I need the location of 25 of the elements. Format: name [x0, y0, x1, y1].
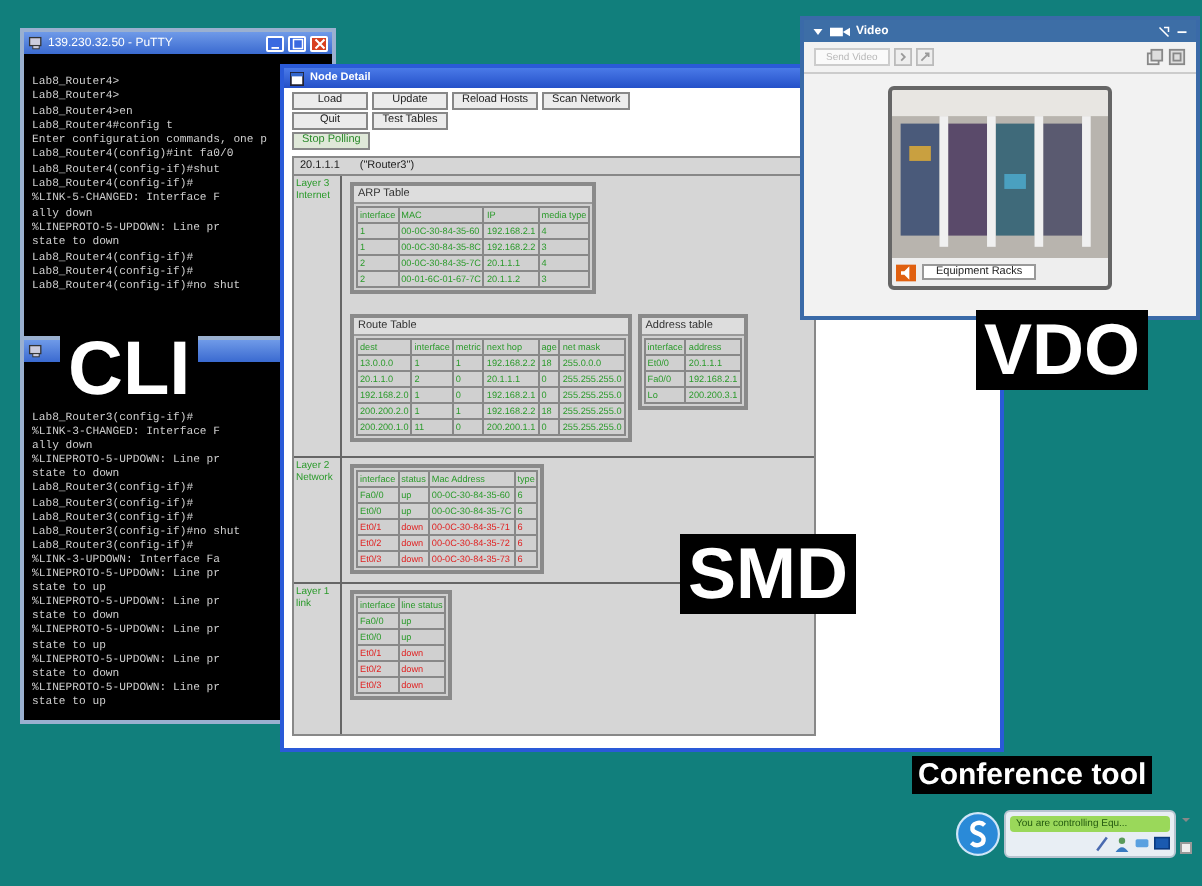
pen-icon[interactable]	[1094, 836, 1110, 852]
close-icon	[313, 37, 325, 49]
close-button[interactable]	[310, 35, 328, 51]
window-icon[interactable]	[1168, 48, 1186, 66]
speaker-icon[interactable]	[896, 263, 916, 281]
minimize-button[interactable]	[266, 35, 284, 51]
screen-icon[interactable]	[1154, 836, 1170, 852]
person-icon[interactable]	[1114, 836, 1130, 852]
callout-label: Conference tool	[912, 756, 1153, 794]
expand-icon[interactable]	[915, 48, 934, 66]
computer-icon	[28, 35, 44, 51]
window-icon	[290, 71, 304, 85]
maximize-icon	[291, 37, 303, 49]
camera-icon	[830, 25, 850, 37]
popout-icon[interactable]	[1146, 48, 1164, 66]
dropdown-icon[interactable]	[812, 25, 824, 37]
maximize-button[interactable]	[288, 35, 306, 51]
minimize-icon[interactable]	[1176, 25, 1188, 37]
callout-label: VDO	[976, 310, 1149, 390]
callout-label: SMD	[680, 534, 856, 614]
computer-icon	[28, 343, 44, 359]
logo-icon	[956, 812, 1000, 856]
arrow-icon[interactable]	[893, 48, 912, 66]
minimize-icon[interactable]	[1180, 842, 1192, 854]
pin-icon[interactable]	[1158, 25, 1170, 37]
